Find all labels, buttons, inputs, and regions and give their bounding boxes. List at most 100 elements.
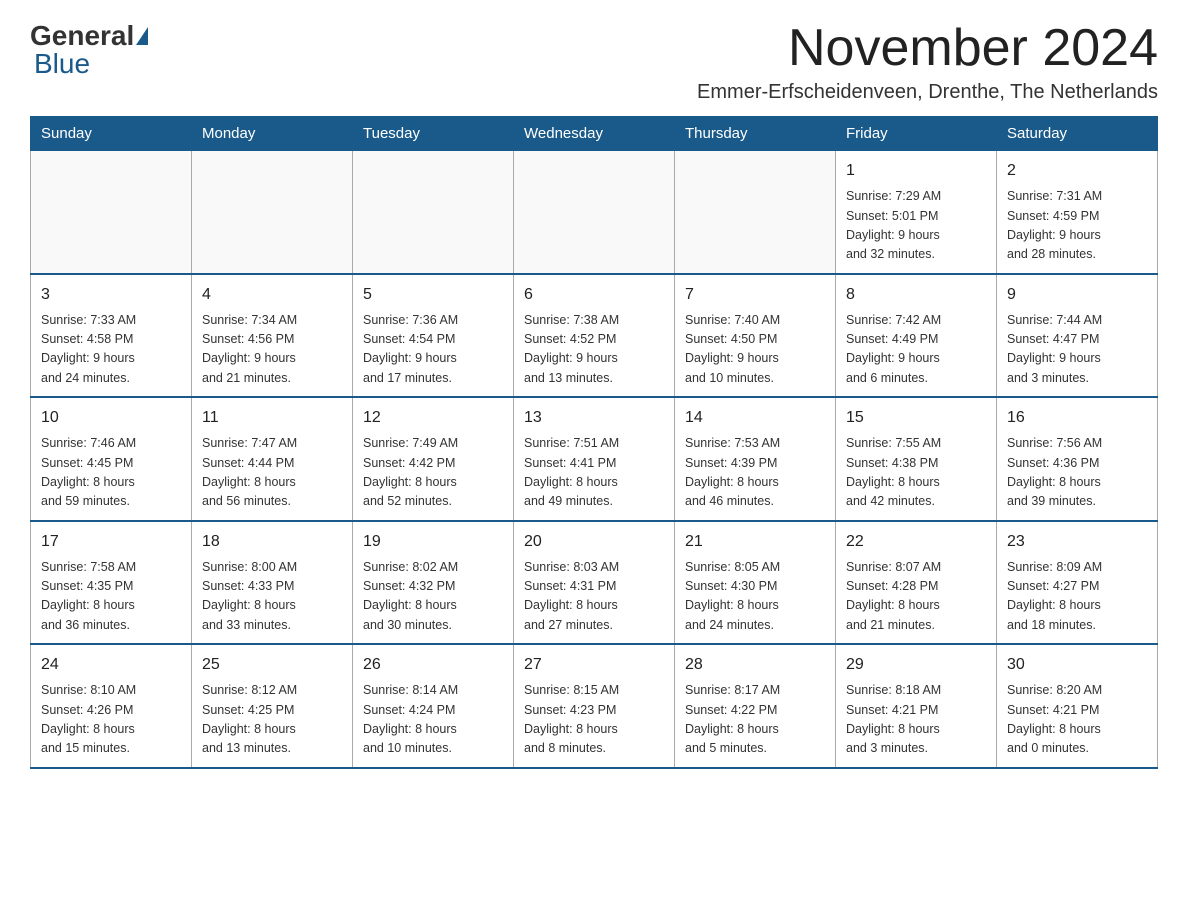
day-info: Sunrise: 8:18 AM Sunset: 4:21 PM Dayligh…: [846, 681, 986, 759]
day-number: 12: [363, 406, 503, 430]
calendar-table: SundayMondayTuesdayWednesdayThursdayFrid…: [30, 116, 1158, 769]
calendar-week-row: 17 Sunrise: 7:58 AM Sunset: 4:35 PM Dayli…: [31, 521, 1158, 645]
day-info: Sunrise: 7:38 AM Sunset: 4:52 PM Dayligh…: [524, 311, 664, 389]
calendar-cell: [675, 151, 836, 274]
day-info: Sunrise: 8:15 AM Sunset: 4:23 PM Dayligh…: [524, 681, 664, 759]
calendar-cell: 20Sunrise: 8:03 AM Sunset: 4:31 PM Dayli…: [514, 521, 675, 645]
day-number: 11: [202, 406, 342, 430]
calendar-week-row: 3 Sunrise: 7:33 AM Sunset: 4:58 PM Daylig…: [31, 274, 1158, 398]
day-info: Sunrise: 8:14 AM Sunset: 4:24 PM Dayligh…: [363, 681, 503, 759]
day-number: 13: [524, 406, 664, 430]
calendar-cell: [192, 151, 353, 274]
day-of-week-header: Friday: [836, 117, 997, 151]
calendar-cell: 29 Sunrise: 8:18 AM Sunset: 4:21 PM Dayli…: [836, 644, 997, 768]
day-number: 16: [1007, 406, 1147, 430]
calendar-cell: 14 Sunrise: 7:53 AM Sunset: 4:39 PM Dayli…: [675, 397, 836, 521]
calendar-cell: 2 Sunrise: 7:31 AM Sunset: 4:59 PM Daylig…: [997, 151, 1158, 274]
day-of-week-header: Monday: [192, 117, 353, 151]
day-number: 3: [41, 283, 181, 307]
calendar-cell: 26 Sunrise: 8:14 AM Sunset: 4:24 PM Dayli…: [353, 644, 514, 768]
day-number: 7: [685, 283, 825, 307]
day-info: Sunrise: 7:34 AM Sunset: 4:56 PM Dayligh…: [202, 311, 342, 389]
calendar-week-row: 10 Sunrise: 7:46 AM Sunset: 4:45 PM Dayli…: [31, 397, 1158, 521]
calendar-cell: 8 Sunrise: 7:42 AM Sunset: 4:49 PM Daylig…: [836, 274, 997, 398]
day-number: 29: [846, 653, 986, 677]
day-number: 14: [685, 406, 825, 430]
day-info: Sunrise: 7:36 AM Sunset: 4:54 PM Dayligh…: [363, 311, 503, 389]
day-number: 23: [1007, 530, 1147, 554]
calendar-cell: 3 Sunrise: 7:33 AM Sunset: 4:58 PM Daylig…: [31, 274, 192, 398]
day-of-week-header: Wednesday: [514, 117, 675, 151]
calendar-cell: [514, 151, 675, 274]
day-number: 10: [41, 406, 181, 430]
calendar-cell: 17 Sunrise: 7:58 AM Sunset: 4:35 PM Dayli…: [31, 521, 192, 645]
calendar-cell: 25 Sunrise: 8:12 AM Sunset: 4:25 PM Dayli…: [192, 644, 353, 768]
day-number: 17: [41, 530, 181, 554]
day-info: Sunrise: 8:02 AM Sunset: 4:32 PM Dayligh…: [363, 558, 503, 636]
calendar-cell: 27 Sunrise: 8:15 AM Sunset: 4:23 PM Dayli…: [514, 644, 675, 768]
location: Emmer-Erfscheidenveen, Drenthe, The Neth…: [697, 81, 1158, 104]
calendar-cell: 23 Sunrise: 8:09 AM Sunset: 4:27 PM Dayli…: [997, 521, 1158, 645]
day-info: Sunrise: 7:31 AM Sunset: 4:59 PM Dayligh…: [1007, 187, 1147, 265]
day-info: Sunrise: 7:58 AM Sunset: 4:35 PM Dayligh…: [41, 558, 181, 636]
day-of-week-header: Saturday: [997, 117, 1158, 151]
page-header: General Blue November 2024 Emmer-Erfsche…: [30, 20, 1158, 104]
day-info: Sunrise: 7:33 AM Sunset: 4:58 PM Dayligh…: [41, 311, 181, 389]
day-info: Sunrise: 8:09 AM Sunset: 4:27 PM Dayligh…: [1007, 558, 1147, 636]
calendar-cell: 5Sunrise: 7:36 AM Sunset: 4:54 PM Daylig…: [353, 274, 514, 398]
day-number: 2: [1007, 159, 1147, 183]
calendar-cell: 22Sunrise: 8:07 AM Sunset: 4:28 PM Dayli…: [836, 521, 997, 645]
day-info: Sunrise: 7:46 AM Sunset: 4:45 PM Dayligh…: [41, 434, 181, 512]
day-info: Sunrise: 7:53 AM Sunset: 4:39 PM Dayligh…: [685, 434, 825, 512]
day-info: Sunrise: 7:42 AM Sunset: 4:49 PM Dayligh…: [846, 311, 986, 389]
day-info: Sunrise: 8:17 AM Sunset: 4:22 PM Dayligh…: [685, 681, 825, 759]
calendar-cell: 1 Sunrise: 7:29 AM Sunset: 5:01 PM Daylig…: [836, 151, 997, 274]
day-info: Sunrise: 8:10 AM Sunset: 4:26 PM Dayligh…: [41, 681, 181, 759]
calendar-week-row: 1 Sunrise: 7:29 AM Sunset: 5:01 PM Daylig…: [31, 151, 1158, 274]
day-info: Sunrise: 7:51 AM Sunset: 4:41 PM Dayligh…: [524, 434, 664, 512]
day-number: 8: [846, 283, 986, 307]
calendar-cell: 12 Sunrise: 7:49 AM Sunset: 4:42 PM Dayli…: [353, 397, 514, 521]
day-number: 26: [363, 653, 503, 677]
day-info: Sunrise: 8:12 AM Sunset: 4:25 PM Dayligh…: [202, 681, 342, 759]
logo-blue-text: Blue: [34, 48, 90, 79]
calendar-header-row: SundayMondayTuesdayWednesdayThursdayFrid…: [31, 117, 1158, 151]
day-number: 24: [41, 653, 181, 677]
day-info: Sunrise: 8:20 AM Sunset: 4:21 PM Dayligh…: [1007, 681, 1147, 759]
calendar-cell: 10 Sunrise: 7:46 AM Sunset: 4:45 PM Dayli…: [31, 397, 192, 521]
day-number: 9: [1007, 283, 1147, 307]
day-info: Sunrise: 7:56 AM Sunset: 4:36 PM Dayligh…: [1007, 434, 1147, 512]
day-of-week-header: Tuesday: [353, 117, 514, 151]
calendar-cell: 16 Sunrise: 7:56 AM Sunset: 4:36 PM Dayli…: [997, 397, 1158, 521]
day-number: 1: [846, 159, 986, 183]
calendar-cell: 24 Sunrise: 8:10 AM Sunset: 4:26 PM Dayli…: [31, 644, 192, 768]
calendar-cell: 9 Sunrise: 7:44 AM Sunset: 4:47 PM Daylig…: [997, 274, 1158, 398]
calendar-week-row: 24 Sunrise: 8:10 AM Sunset: 4:26 PM Dayli…: [31, 644, 1158, 768]
day-number: 20: [524, 530, 664, 554]
day-info: Sunrise: 7:49 AM Sunset: 4:42 PM Dayligh…: [363, 434, 503, 512]
day-info: Sunrise: 7:29 AM Sunset: 5:01 PM Dayligh…: [846, 187, 986, 265]
day-number: 28: [685, 653, 825, 677]
calendar-cell: 18Sunrise: 8:00 AM Sunset: 4:33 PM Dayli…: [192, 521, 353, 645]
day-info: Sunrise: 8:07 AM Sunset: 4:28 PM Dayligh…: [846, 558, 986, 636]
logo: General Blue: [30, 20, 150, 80]
day-of-week-header: Sunday: [31, 117, 192, 151]
title-block: November 2024 Emmer-Erfscheidenveen, Dre…: [697, 20, 1158, 104]
calendar-cell: 28 Sunrise: 8:17 AM Sunset: 4:22 PM Dayli…: [675, 644, 836, 768]
calendar-cell: 11 Sunrise: 7:47 AM Sunset: 4:44 PM Dayli…: [192, 397, 353, 521]
day-info: Sunrise: 7:44 AM Sunset: 4:47 PM Dayligh…: [1007, 311, 1147, 389]
calendar-cell: 6 Sunrise: 7:38 AM Sunset: 4:52 PM Daylig…: [514, 274, 675, 398]
day-info: Sunrise: 8:05 AM Sunset: 4:30 PM Dayligh…: [685, 558, 825, 636]
day-number: 21: [685, 530, 825, 554]
calendar-cell: 7 Sunrise: 7:40 AM Sunset: 4:50 PM Daylig…: [675, 274, 836, 398]
day-info: Sunrise: 7:55 AM Sunset: 4:38 PM Dayligh…: [846, 434, 986, 512]
day-number: 25: [202, 653, 342, 677]
day-number: 6: [524, 283, 664, 307]
day-number: 30: [1007, 653, 1147, 677]
day-number: 27: [524, 653, 664, 677]
calendar-cell: 19Sunrise: 8:02 AM Sunset: 4:32 PM Dayli…: [353, 521, 514, 645]
calendar-cell: 30 Sunrise: 8:20 AM Sunset: 4:21 PM Dayli…: [997, 644, 1158, 768]
logo-arrow-icon: [136, 27, 148, 45]
day-info: Sunrise: 7:40 AM Sunset: 4:50 PM Dayligh…: [685, 311, 825, 389]
day-info: Sunrise: 7:47 AM Sunset: 4:44 PM Dayligh…: [202, 434, 342, 512]
